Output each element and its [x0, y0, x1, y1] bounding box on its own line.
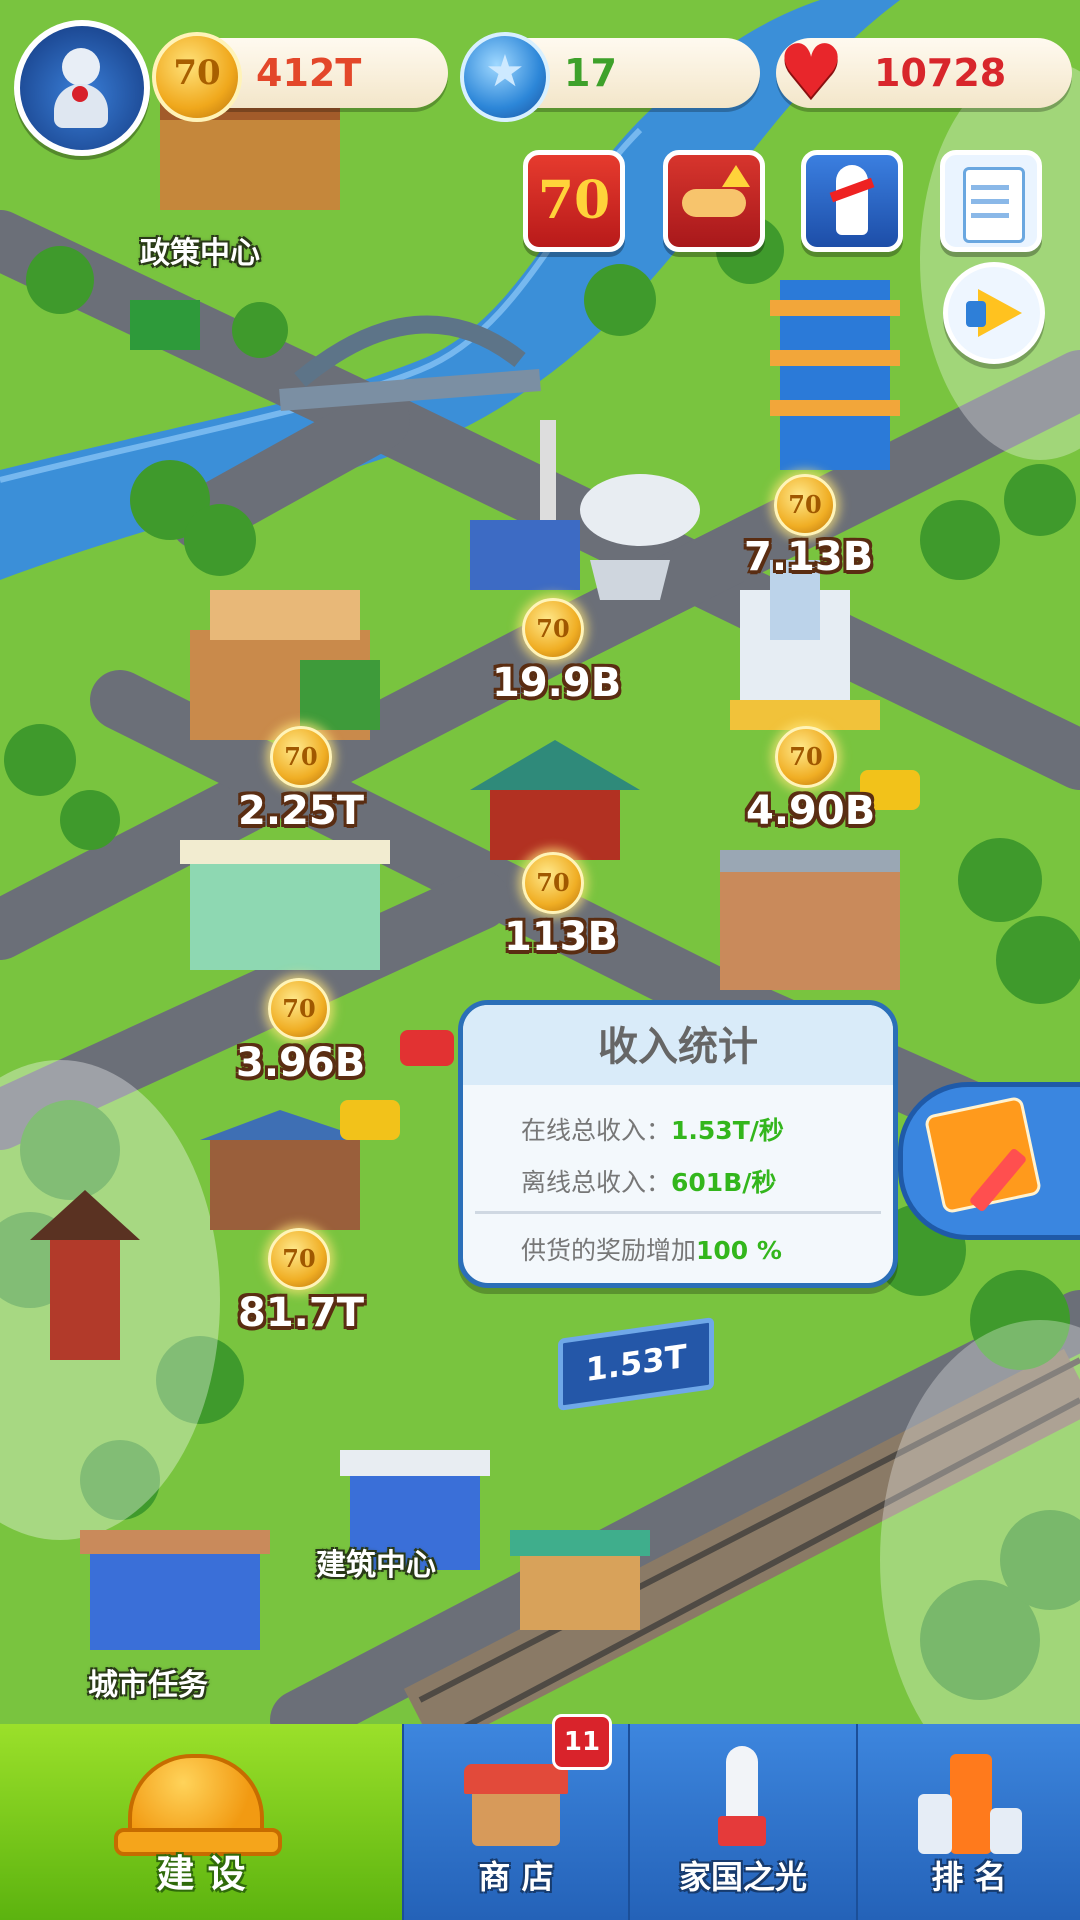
star-amount: 17: [564, 51, 617, 95]
rocket-event-icon[interactable]: [801, 150, 903, 252]
nav-build-tab[interactable]: 建 设: [0, 1724, 405, 1920]
income-tv-station: 4.90B: [746, 788, 876, 834]
nav-rank-tab[interactable]: 排 名: [858, 1724, 1080, 1920]
shop-notification-badge: 11: [552, 1714, 612, 1770]
income-trade-center: 3.96B: [236, 1040, 366, 1086]
handshake-shape: [682, 189, 746, 217]
income-stats-panel: 收入统计 在线总收入：1.53T/秒 离线总收入：601B/秒 供货的奖励增加1…: [458, 1000, 898, 1288]
megaphone-handle: [966, 301, 986, 327]
avatar-rose: [72, 86, 88, 102]
city-tasks-label[interactable]: 城市任务: [88, 1660, 208, 1704]
rocket-icon: [718, 1746, 766, 1866]
shop-icon: [464, 1764, 568, 1846]
bottom-nav: 建 设 商 店 家国之光 排 名: [0, 1724, 1080, 1920]
policy-center-label[interactable]: 政策中心: [140, 228, 260, 272]
clipboard-line: [971, 199, 1009, 204]
collect-coin-icon[interactable]: 70: [270, 726, 332, 788]
handshake-upgrade-icon[interactable]: [663, 150, 765, 252]
nav-build-label: 建 设: [156, 1852, 246, 1896]
avatar-head: [62, 48, 100, 86]
online-income-value: 1.53T/秒: [671, 1116, 784, 1145]
income-pagoda: 113B: [504, 914, 618, 960]
podium-icon: [918, 1754, 1022, 1858]
collect-coin-icon[interactable]: 70: [268, 1228, 330, 1290]
offline-income-label: 离线总收入：: [521, 1168, 672, 1197]
up-arrow-shape: [722, 165, 750, 187]
clipboard-paper: [963, 167, 1025, 243]
coin-counter[interactable]: 70 412T: [152, 32, 448, 122]
clipboard-line: [971, 185, 1009, 190]
offline-income-row: 离线总收入：601B/秒: [521, 1163, 776, 1199]
panel-divider: [475, 1211, 881, 1214]
clipboard-line: [971, 213, 1009, 218]
collect-coin-icon[interactable]: 70: [522, 852, 584, 914]
star-counter[interactable]: ★ 17: [460, 32, 760, 122]
supply-bonus-label: 供货的奖励增加: [521, 1236, 697, 1265]
supply-bonus-row: 供货的奖励增加100 %: [521, 1231, 782, 1267]
collect-coin-icon[interactable]: 70: [774, 474, 836, 536]
player-avatar[interactable]: [14, 20, 150, 156]
build-center-label[interactable]: 建筑中心: [316, 1540, 436, 1584]
blueprint-button[interactable]: [898, 1082, 1080, 1240]
nav-glory-tab[interactable]: 家国之光: [630, 1724, 859, 1920]
city-map[interactable]: [0, 0, 1080, 1920]
coin-amount: 412T: [256, 51, 362, 95]
heart-counter[interactable]: ♥ 10728: [776, 32, 1072, 112]
collect-coin-icon[interactable]: 70: [522, 598, 584, 660]
hard-hat-icon: [114, 1754, 282, 1856]
income-tower: 7.13B: [744, 534, 874, 580]
income-lumber-mill: 2.25T: [238, 788, 364, 834]
nav-glory-label: 家国之光: [678, 1858, 807, 1896]
online-income-label: 在线总收入：: [521, 1116, 672, 1145]
heart-icon: ♥: [777, 29, 845, 115]
income-stats-title: 收入统计: [463, 1005, 893, 1085]
collect-coin-icon[interactable]: 70: [268, 978, 330, 1040]
star-icon: ★: [460, 32, 550, 122]
coin-icon: 70: [152, 32, 242, 122]
online-income-row: 在线总收入：1.53T/秒: [521, 1111, 784, 1147]
megaphone-icon[interactable]: [943, 262, 1045, 364]
supply-bonus-value: 100 %: [696, 1236, 782, 1265]
offline-income-value: 601B/秒: [671, 1168, 777, 1197]
clipboard-task-icon[interactable]: [940, 150, 1042, 252]
income-museum: 81.7T: [238, 1290, 364, 1336]
heart-amount: 10728: [874, 51, 1007, 95]
nav-shop-label: 商 店: [478, 1858, 554, 1896]
nav-rank-label: 排 名: [931, 1858, 1007, 1896]
rocket-shape: [836, 165, 868, 235]
income-power-plant: 19.9B: [492, 660, 622, 706]
anniversary-70-icon[interactable]: 70: [523, 150, 625, 252]
collect-coin-icon[interactable]: 70: [775, 726, 837, 788]
